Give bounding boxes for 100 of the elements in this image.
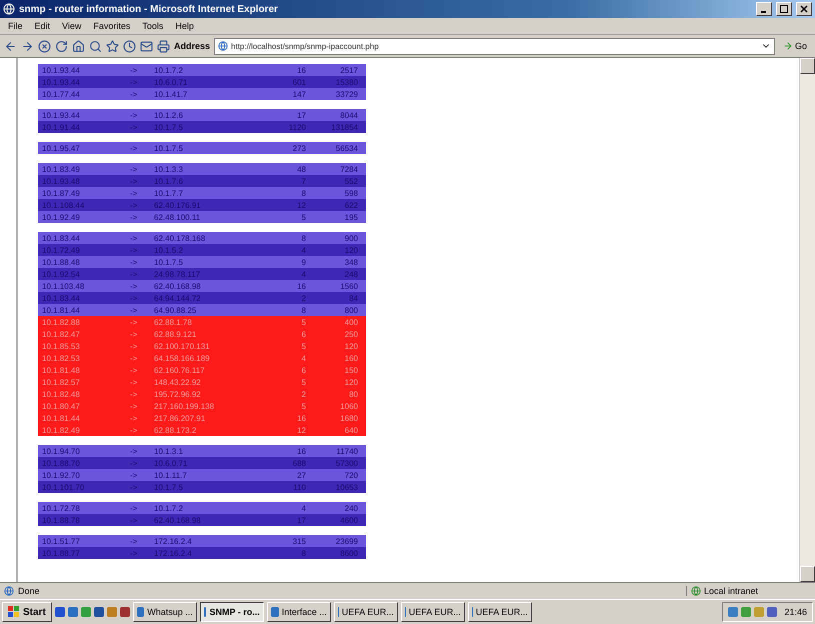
forward-icon[interactable] [21, 40, 34, 52]
table-cell-text: 48 [296, 164, 306, 174]
table-cell-text: -> [130, 234, 138, 242]
table-cell-text: 900 [344, 234, 358, 242]
table-cell-text: 10.1.87.49 [42, 188, 81, 198]
taskbar-button[interactable]: Whatsup ... [132, 602, 197, 622]
mail-icon[interactable] [140, 40, 153, 52]
table-cell-text: 16 [296, 282, 306, 290]
minimize-button[interactable] [756, 2, 772, 16]
back-icon[interactable] [4, 40, 17, 52]
table-cell-text: 4600 [339, 516, 358, 524]
table-cell-text: -> [130, 516, 138, 524]
table-cell-text: 62.88.9.121 [154, 330, 198, 338]
table-cell-text: -> [130, 330, 138, 338]
table-cell-text: 27 [296, 470, 306, 480]
table-cell-text: 7 [300, 176, 306, 186]
table-cell-text: 12 [296, 200, 306, 210]
table-cell-text: 4 [300, 504, 306, 512]
menu-item[interactable]: File [8, 21, 23, 31]
table-cell-text: 64.90.88.25 [154, 306, 198, 314]
address-field[interactable]: http://localhost/snmp/snmp-ipaccount.php [214, 38, 775, 54]
taskbar-button[interactable]: UEFA EUR... [334, 602, 398, 622]
table-cell-text: -> [130, 176, 138, 186]
favorites-icon[interactable] [106, 40, 119, 52]
menu-item[interactable]: View [62, 21, 82, 31]
table-cell-text: 62.40.176.91 [154, 200, 202, 210]
menu-item[interactable]: Edit [34, 21, 50, 31]
table-cell-text: -> [130, 246, 138, 254]
table-cell-text: -> [130, 414, 138, 422]
refresh-icon[interactable] [55, 40, 68, 52]
windows-logo-icon [8, 606, 20, 618]
table-cell-text: 62.40.168.98 [154, 282, 202, 290]
table-cell-text: 64.158.166.189 [154, 354, 211, 362]
table-cell-text: -> [130, 270, 138, 278]
table-cell-text: 315 [292, 536, 306, 546]
table-cell-text: 16 [296, 414, 306, 422]
table-cell-text: 688 [292, 458, 306, 468]
table-cell-text: 10.1.82.49 [42, 426, 81, 434]
menu-item[interactable]: Favorites [93, 21, 130, 31]
search-icon[interactable] [89, 40, 102, 52]
address-label: Address [174, 41, 210, 51]
go-button[interactable]: Go [778, 41, 811, 51]
menu-item[interactable]: Help [175, 21, 194, 31]
table-cell-text: 10.1.41.7 [154, 90, 188, 98]
stop-icon[interactable] [38, 40, 51, 52]
table-cell-text: 10.1.82.48 [42, 390, 81, 398]
history-icon[interactable] [123, 40, 136, 52]
table-cell-text: 16 [296, 66, 306, 74]
window-title: snmp - router information - Microsoft Internet Explorer [19, 4, 279, 14]
table-cell-text: -> [130, 390, 138, 398]
table-cell-text: -> [130, 110, 138, 120]
table-cell-text: 10.1.92.54 [42, 270, 81, 278]
table-cell-text: 10.1.93.44 [42, 78, 81, 86]
table-cell-text: 120 [344, 342, 358, 350]
table-cell-text: 8 [300, 548, 306, 558]
table-cell-text: -> [130, 294, 138, 302]
table-cell-text: 195 [344, 212, 358, 222]
table-cell-text: 720 [344, 470, 358, 480]
maximize-icon [780, 5, 788, 13]
table-cell-text: -> [130, 212, 138, 222]
table-cell-text: 10.1.7.7 [154, 188, 184, 198]
table-cell-text: 8 [300, 234, 306, 242]
table-cell-text: 24.98.78.117 [154, 270, 202, 278]
table-cell-text: 5 [300, 378, 306, 386]
table-cell-text: -> [130, 426, 138, 434]
table-cell-text: 10.1.82.47 [42, 330, 81, 338]
table-cell-text: 5 [300, 212, 306, 222]
start-button[interactable]: Start [2, 602, 52, 622]
taskbar-button[interactable]: SNMP - ro... [200, 602, 264, 622]
table-cell-text: 622 [344, 200, 358, 210]
table-cell-text: 6 [300, 366, 306, 374]
taskbar-button[interactable]: UEFA EUR... [400, 602, 465, 622]
menu-item[interactable]: Tools [142, 21, 164, 31]
quick-launch-icon[interactable] [68, 607, 78, 617]
quick-launch-icon[interactable] [54, 607, 65, 617]
table-cell-text: 250 [344, 330, 358, 338]
table-cell-text: 10.1.83.49 [42, 164, 81, 174]
table-cell-text: 16 [296, 446, 306, 456]
maximize-button[interactable] [776, 2, 792, 16]
home-icon[interactable] [72, 40, 85, 52]
table-cell-text: 160 [344, 354, 358, 362]
scroll-bar[interactable] [799, 58, 815, 582]
table-cell-text: 7284 [339, 164, 358, 174]
taskbar-button[interactable]: Interface ... [266, 602, 331, 622]
table-cell-text: 601 [292, 78, 306, 86]
taskbar-button[interactable]: UEFA EUR... [468, 602, 532, 622]
close-button[interactable] [796, 2, 812, 16]
table-cell-text: 10.1.11.7 [154, 470, 188, 480]
table-cell-text: 23699 [334, 536, 358, 546]
table-cell-text: 8 [300, 306, 306, 314]
table-cell-text: 62.48.100.11 [154, 212, 202, 222]
print-icon[interactable] [157, 40, 170, 52]
table-cell-text: 217.160.199.138 [154, 402, 216, 410]
quick-launch-icon[interactable] [94, 607, 104, 617]
table-cell-text: 62.88.1.78 [154, 318, 193, 326]
table-cell-text: 10.1.7.5 [154, 144, 184, 152]
table-cell-text: -> [130, 548, 138, 558]
table-cell-text: 195.72.96.92 [154, 390, 202, 398]
quick-launch-icon[interactable] [120, 607, 130, 617]
table-cell-text: 10.6.0.71 [154, 78, 188, 86]
